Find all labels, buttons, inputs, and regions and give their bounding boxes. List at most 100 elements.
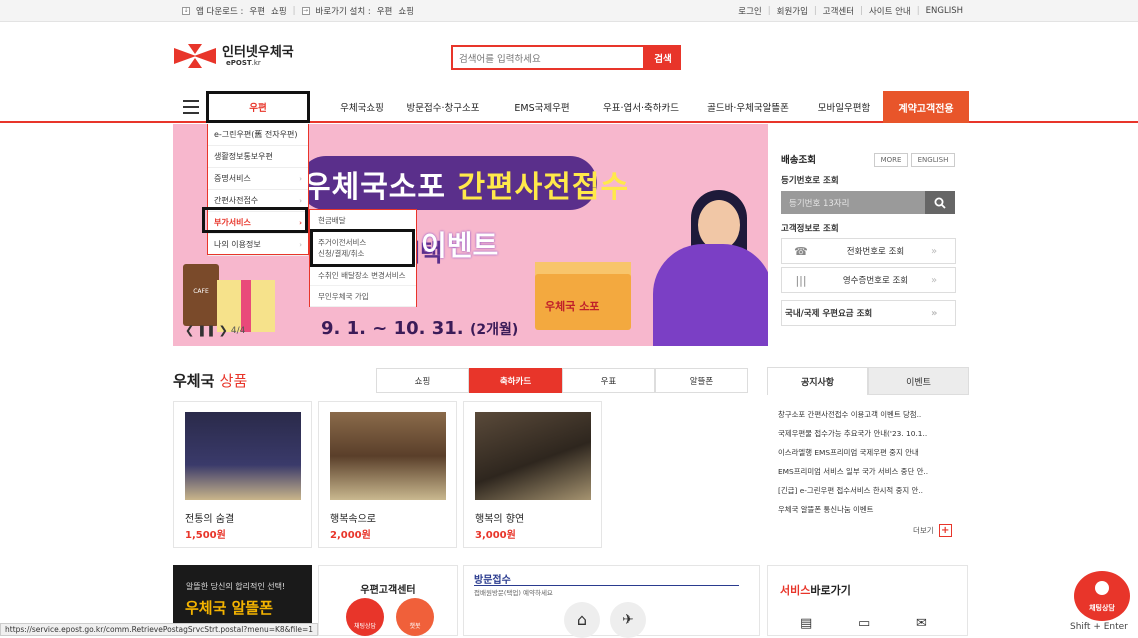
home-delivery-icon[interactable]: ⌂: [564, 602, 600, 638]
epost-logo[interactable]: 인터넷우체국 ePOST.kr: [174, 44, 294, 68]
menu-item-additional-services[interactable]: 부가서비스 ›: [208, 212, 308, 234]
receipt-lookup-button[interactable]: ||| 영수증번호로 조회 »: [781, 267, 956, 293]
tab-shopping[interactable]: 쇼핑: [376, 368, 469, 393]
tab-stamps[interactable]: 우표: [562, 368, 655, 393]
login-link[interactable]: 로그인: [738, 5, 761, 17]
rates-lookup-label: 국내/국제 우편요금 조회: [785, 309, 873, 319]
mail-icon[interactable]: ✉: [916, 616, 927, 631]
menu-item-certification[interactable]: 증명서비스 ›: [208, 168, 308, 190]
tab-greeting-card[interactable]: 축하카드: [469, 368, 562, 393]
nav-goldbar-phone[interactable]: 골드바·우체국알뜰폰: [700, 91, 796, 123]
nav-post[interactable]: 우편: [206, 91, 310, 123]
product-card[interactable]: 전통의 숨결 1,500원: [173, 401, 312, 548]
nav-mobile-mailbox[interactable]: 모바일우편함: [804, 91, 884, 123]
logo-sub-text: ePOST: [226, 58, 252, 67]
nav-shopping[interactable]: 우체국쇼핑: [324, 91, 400, 123]
tab-events[interactable]: 이벤트: [868, 367, 969, 395]
menu-item-life-info[interactable]: 생활정보통보우편: [208, 146, 308, 168]
headset-icon: [1095, 581, 1109, 595]
chevron-right-icon: »: [931, 307, 938, 319]
search-input[interactable]: [453, 49, 643, 70]
menu-item-label: 증명서비스: [214, 174, 251, 183]
notice-item[interactable]: 우체국 알뜰폰 통신나눔 이벤트: [778, 500, 963, 519]
altteul-big-text: 우체국 알뜰폰: [185, 599, 274, 617]
submenu-unmanned-post[interactable]: 무인우체국 가입: [310, 286, 416, 307]
submenu-cash-delivery[interactable]: 현금배달: [310, 210, 416, 231]
card-icon[interactable]: ▭: [858, 616, 870, 631]
product-price: 1,500원: [185, 530, 226, 541]
nav-visit-parcel[interactable]: 방문접수·창구소포: [398, 91, 488, 123]
divider: |: [292, 6, 296, 16]
notice-item[interactable]: EMS프리미엄 서비스 일부 국가 서비스 중단 안..: [778, 462, 963, 481]
submenu-label: 현금배달: [318, 215, 346, 225]
menu-icon[interactable]: [183, 100, 199, 114]
rates-lookup-button[interactable]: 국내/국제 우편요금 조회 »: [781, 300, 956, 326]
period-dates: 9. 1. ~ 10. 31.: [321, 318, 464, 339]
nav-ems[interactable]: EMS국제우편: [502, 91, 582, 123]
notice-item[interactable]: 국제우편물 접수가능 추요국가 안내('23. 10.1..: [778, 424, 963, 443]
tracking-number-input[interactable]: 등기번호 13자리: [781, 191, 925, 214]
nav-contract-customer[interactable]: 계약고객전용: [883, 91, 969, 123]
notice-item[interactable]: 창구소포 간편사전접수 이용고객 이벤트 당첨..: [778, 405, 963, 424]
next-icon[interactable]: ❯: [219, 324, 228, 337]
nav-stamps-cards[interactable]: 우표·엽서·축하카드: [590, 91, 692, 123]
tracking-english-button[interactable]: ENGLISH: [911, 153, 955, 167]
tracking-more-button[interactable]: MORE: [874, 153, 908, 167]
quick-title-text: 바로가기: [810, 584, 851, 597]
parcel-box-label: 우체국 소포: [545, 300, 600, 313]
menu-item-label: 생활정보통보우편: [214, 152, 273, 161]
airplane-icon[interactable]: ✈: [610, 602, 646, 638]
product-price: 2,000원: [330, 530, 371, 541]
customer-center-link[interactable]: 고객센터: [823, 5, 854, 17]
app-shop-link[interactable]: 쇼핑: [271, 5, 287, 17]
chevron-right-icon: ›: [299, 174, 302, 183]
product-card[interactable]: 행복속으로 2,000원: [318, 401, 457, 548]
logo-title: 인터넷우체국: [222, 44, 294, 60]
reg-number-label: 등기번호로 조회: [781, 176, 839, 186]
phone-lookup-button[interactable]: ☎ 전화번호로 조회 »: [781, 238, 956, 264]
search-button[interactable]: 검색: [645, 45, 681, 70]
divider: |: [860, 6, 863, 16]
tab-mobile-phone[interactable]: 알뜰폰: [655, 368, 748, 393]
prev-icon[interactable]: ❮: [185, 324, 194, 337]
submenu-change-delivery-place[interactable]: 수취인 배달장소 변경서비스: [310, 265, 416, 286]
shortcut-shop-link[interactable]: 쇼핑: [398, 5, 414, 17]
quick-title: 서비스바로가기: [780, 582, 851, 598]
post-dropdown-menu: e-그린우편(舊 전자우편) 생활정보통보우편 증명서비스 › 간편사전접수 › 부…: [207, 124, 309, 256]
pause-icon[interactable]: ❚❚: [197, 324, 215, 337]
notice-more-button[interactable]: 더보기 +: [913, 524, 952, 537]
notice-list: 창구소포 간편사전접수 이용고객 이벤트 당첨.. 국제우편물 접수가능 추요국…: [778, 405, 963, 519]
signup-link[interactable]: 회원가입: [777, 5, 808, 17]
menu-item-egreen[interactable]: e-그린우편(舊 전자우편): [208, 124, 308, 146]
document-icon[interactable]: ▤: [800, 616, 812, 631]
tracking-search-button[interactable]: [925, 191, 955, 214]
search-icon: [934, 197, 946, 209]
shortcut-post-link[interactable]: 우편: [377, 5, 393, 17]
tab-notice[interactable]: 공지사항: [767, 367, 868, 395]
app-post-link[interactable]: 우편: [249, 5, 265, 17]
submenu-relocation-service[interactable]: 주거이전서비스 신청/결제/취소: [310, 231, 416, 265]
banner-event: 이벤트: [421, 229, 499, 262]
phone-lookup-label: 전화번호로 조회: [846, 247, 905, 257]
notice-item[interactable]: [긴급] e-그린우편 접수서비스 한시적 중지 안..: [778, 481, 963, 500]
menu-item-simple-preregister[interactable]: 간편사전접수 ›: [208, 190, 308, 212]
person-illustration: [653, 244, 768, 346]
banner-period: 9. 1. ~ 10. 31. (2개월): [321, 318, 518, 339]
menu-item-label: 간편사전접수: [214, 196, 259, 205]
top-utility-bar: ↓ 앱 다운로드 : 우편 쇼핑 | → 바로가기 설치 : 우편 쇼핑 로그인…: [0, 0, 1138, 22]
chat-consult-label: 채팅상담: [353, 623, 377, 630]
banner-title: 우체국소포 간편사전접수: [303, 162, 629, 206]
chat-consult-button[interactable]: 채팅상담: [346, 598, 384, 636]
submenu-label: 무인우체국 가입: [318, 291, 369, 301]
chat-consult-floating-button[interactable]: 채팅상담: [1074, 571, 1130, 621]
browser-status-url: https://service.epost.go.kr/comm.Retriev…: [0, 623, 319, 636]
site-guide-link[interactable]: 사이트 안내: [869, 5, 911, 17]
product-card[interactable]: 행복의 향연 3,000원: [463, 401, 602, 548]
chatbot-button[interactable]: 챗봇: [396, 598, 434, 636]
logo-sub-kr: .kr: [251, 58, 261, 67]
english-link[interactable]: ENGLISH: [926, 6, 963, 16]
menu-item-my-usage[interactable]: 나의 이용정보 ›: [208, 234, 308, 256]
download-icon: ↓: [182, 7, 190, 15]
chat-floating-label: 채팅상담: [1089, 604, 1115, 612]
notice-item[interactable]: 이스라엘행 EMS프리미엄 국제우편 중지 안내: [778, 443, 963, 462]
